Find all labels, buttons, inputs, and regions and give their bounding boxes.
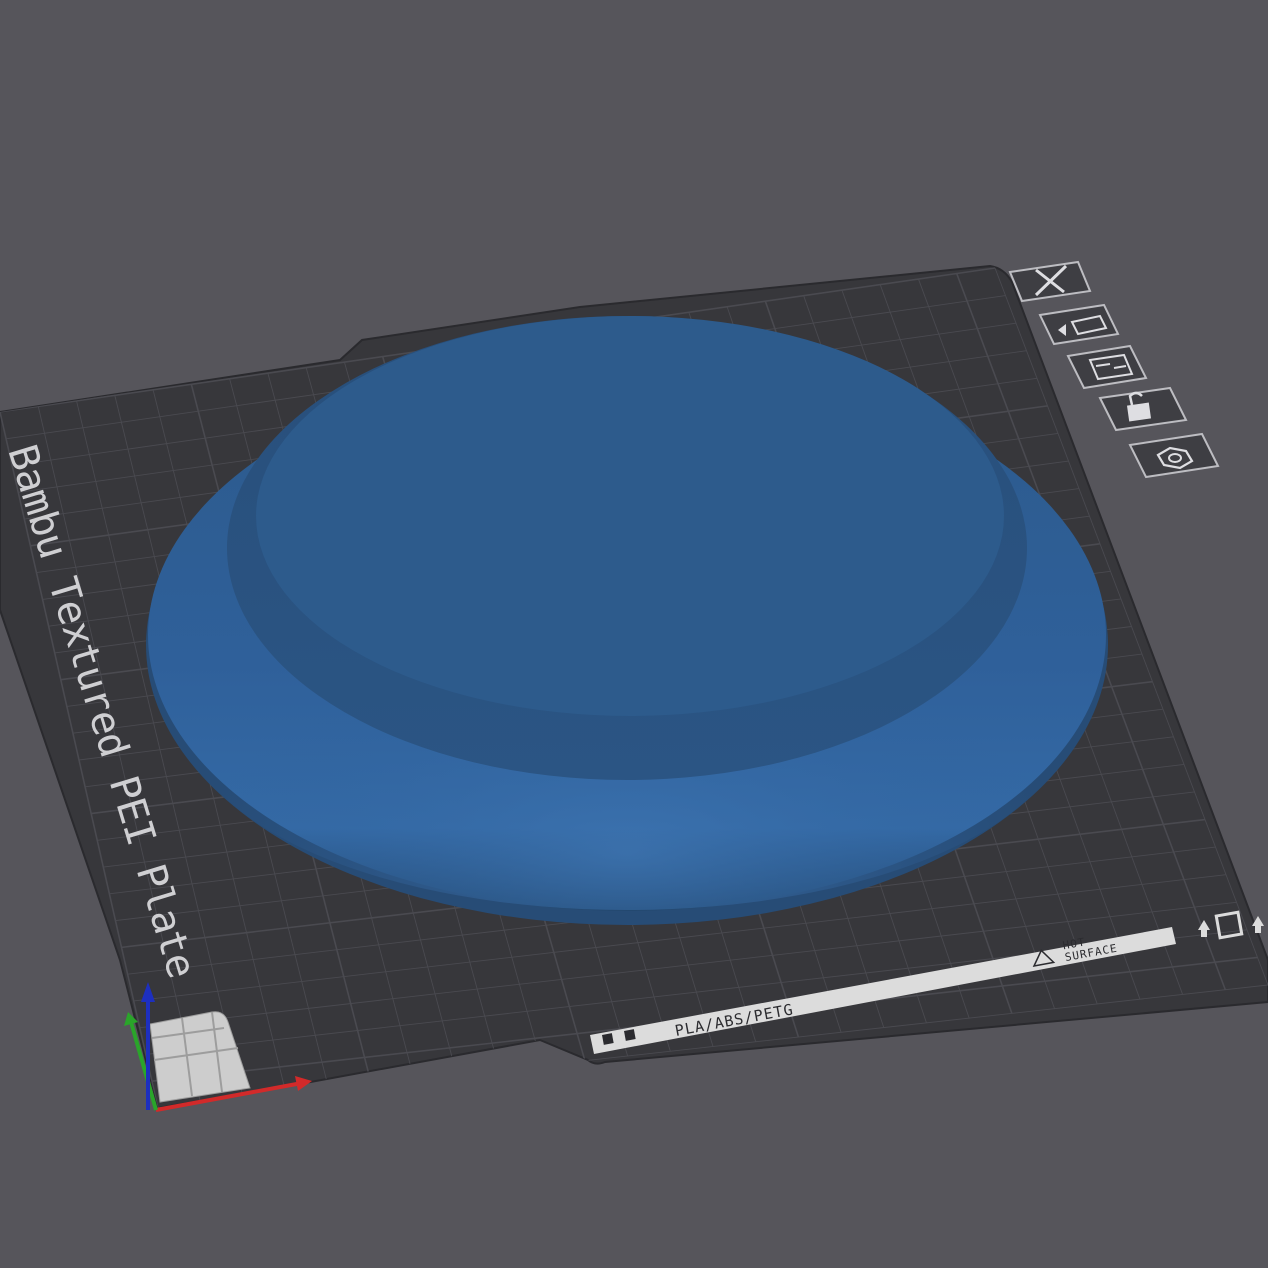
arrange-button[interactable]: [1066, 344, 1148, 390]
auto-orient-button[interactable]: [1038, 303, 1120, 346]
material-icon-b: [624, 1029, 636, 1041]
material-icon-a: [602, 1033, 614, 1045]
plate-settings-button[interactable]: [1128, 432, 1220, 479]
unlock-icon: [1126, 402, 1152, 422]
delete-plate-button[interactable]: [1008, 260, 1092, 303]
lock-plate-button[interactable]: [1098, 386, 1188, 432]
model-top-face: [256, 316, 1004, 716]
3d-viewport[interactable]: Bambu Textured PEI Plate PLA/ABS/PETG HO…: [0, 0, 1268, 1268]
